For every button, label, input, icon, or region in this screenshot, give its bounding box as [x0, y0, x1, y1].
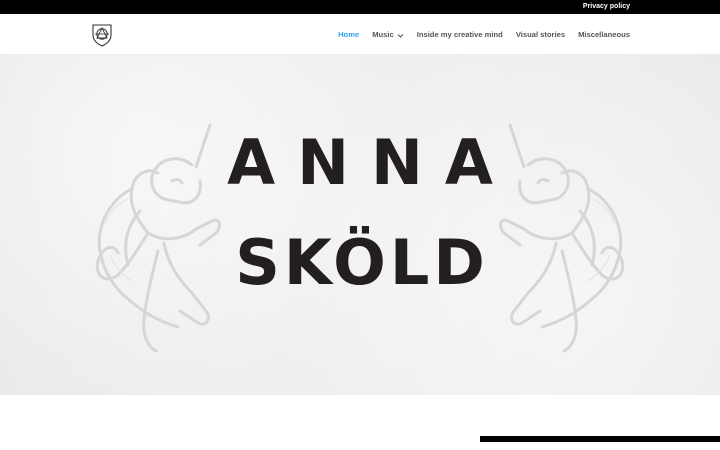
nav-item-visual-stories[interactable]: Visual stories: [516, 30, 565, 39]
site-header: Home Music Inside my creative mind Visua…: [0, 14, 720, 55]
bottom-dark-bar: [480, 436, 720, 442]
crest-logo-icon[interactable]: [91, 23, 113, 47]
nav-item-home[interactable]: Home: [338, 30, 359, 39]
hero-title-line1: ANNA: [227, 126, 515, 199]
nav-item-miscellaneous[interactable]: Miscellaneous: [578, 30, 630, 39]
hero-title-line2: SKÖLD: [235, 226, 489, 299]
main-nav: Home Music Inside my creative mind Visua…: [338, 14, 630, 55]
nav-item-music-label: Music: [372, 30, 394, 39]
hero-banner: ANNA SKÖLD: [0, 55, 720, 395]
chevron-down-icon: [397, 32, 404, 38]
privacy-policy-link[interactable]: Privacy policy: [583, 2, 630, 12]
nav-item-inside-my-creative-mind[interactable]: Inside my creative mind: [417, 30, 503, 39]
top-bar: Privacy policy: [0, 0, 720, 14]
nav-item-music[interactable]: Music: [372, 30, 404, 39]
